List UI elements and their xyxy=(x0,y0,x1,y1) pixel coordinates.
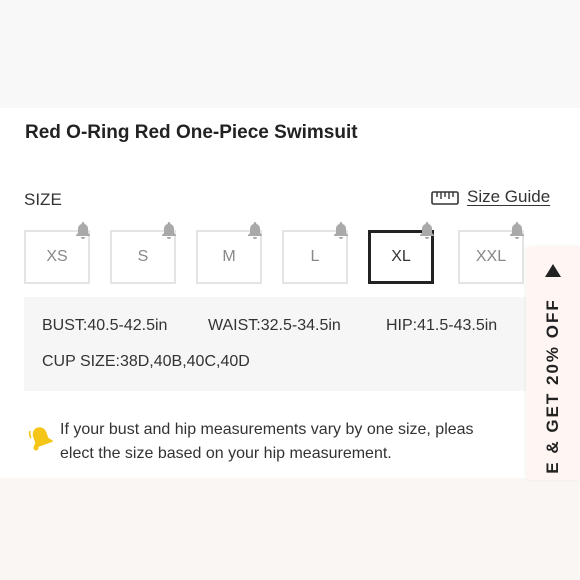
size-option-label: XS xyxy=(46,248,68,265)
size-option-label: XXL xyxy=(475,248,507,265)
size-guide-link[interactable]: Size Guide xyxy=(431,187,550,207)
bust-key: BUST xyxy=(42,317,83,334)
cup-size-value: :38D,40B,40C,40D xyxy=(115,353,250,370)
size-option-label: XL xyxy=(391,248,411,265)
size-option-xs[interactable]: XS xyxy=(24,222,90,284)
hip-value: :41.5-43.5in xyxy=(412,317,498,334)
size-option-xxl[interactable]: XXL xyxy=(458,222,524,284)
bust-value: :40.5-42.5in xyxy=(82,317,168,334)
expand-arrow-icon xyxy=(545,264,561,277)
cup-size-measurement: CUP SIZE:38D,40B,40C,40D xyxy=(42,353,250,371)
bottom-blank-area xyxy=(0,478,580,580)
bell-icon xyxy=(76,222,90,239)
promo-side-tab[interactable]: E & GET 20% OFF xyxy=(526,246,580,480)
waist-measurement: WAIST:32.5-34.5in xyxy=(208,317,341,335)
size-note-line-2: elect the size based on your hip measure… xyxy=(60,445,392,462)
size-note-line-1: If your bust and hip measurements vary b… xyxy=(60,421,474,438)
bust-measurement: BUST:40.5-42.5in xyxy=(42,317,167,335)
size-option-label: L xyxy=(310,248,320,265)
bell-icon xyxy=(334,222,348,239)
size-option-l[interactable]: L xyxy=(282,222,348,284)
size-option-s[interactable]: S xyxy=(110,222,176,284)
waist-key: WAIST xyxy=(208,317,257,334)
size-guide-label: Size Guide xyxy=(467,187,551,206)
bell-icon xyxy=(510,222,524,239)
measurements-box: BUST:40.5-42.5in WAIST:32.5-34.5in HIP:4… xyxy=(24,297,544,391)
size-option-label: S xyxy=(137,248,149,265)
bell-ringing-icon xyxy=(28,427,53,451)
size-note: If your bust and hip measurements vary b… xyxy=(60,418,530,466)
size-label: SIZE xyxy=(24,190,62,209)
hip-measurement: HIP:41.5-43.5in xyxy=(386,317,497,335)
size-option-m[interactable]: M xyxy=(196,222,262,284)
bell-icon xyxy=(420,222,434,239)
size-option-xl[interactable]: XL xyxy=(368,222,434,284)
size-option-label: M xyxy=(222,248,236,265)
product-title: Red O-Ring Red One-Piece Swimsuit xyxy=(25,122,358,143)
promo-text: E & GET 20% OFF xyxy=(543,298,562,474)
ruler-icon xyxy=(431,191,459,205)
cup-size-key: CUP SIZE xyxy=(42,353,116,370)
bell-icon xyxy=(162,222,176,239)
top-blank-area xyxy=(0,0,580,108)
bell-icon xyxy=(248,222,262,239)
hip-key: HIP xyxy=(386,317,413,334)
waist-value: :32.5-34.5in xyxy=(256,317,341,334)
